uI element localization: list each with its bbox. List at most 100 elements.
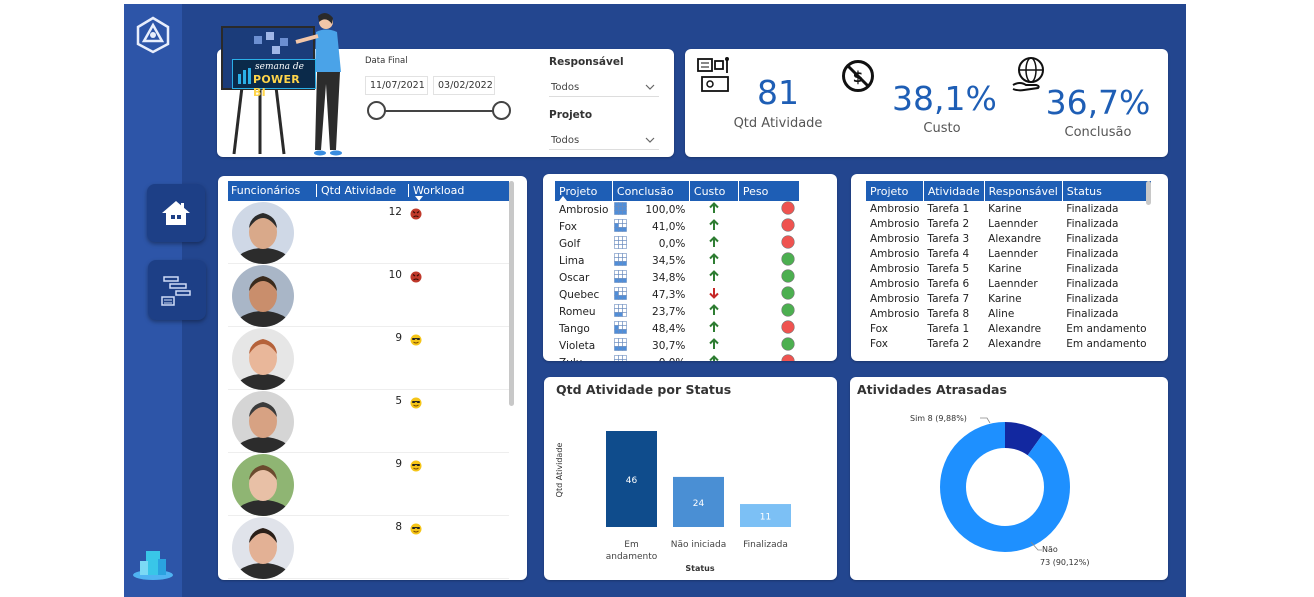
project-name: Violeta [559, 339, 596, 352]
angry-face-icon [410, 268, 422, 283]
task-atividade: Tarefa 1 [927, 202, 970, 215]
completion-grid-icon [614, 253, 628, 266]
table-row[interactable]: 5 [228, 390, 509, 453]
col-task-projeto[interactable]: Projeto [866, 181, 923, 201]
date-start-input[interactable]: 11/07/2021 [365, 76, 428, 95]
table-row[interactable]: Zulu0,0% [555, 354, 799, 361]
project-conclusao: 34,8% [612, 269, 689, 286]
donut-chart: Sim 8 (9,88%) Não 73 (90,12%) [910, 414, 1089, 567]
tasks-table: Projeto Atividade Responsável Status Amb… [866, 181, 1151, 351]
task-responsavel: Aline [988, 307, 1015, 320]
donut-label-nao-value: 73 (90,12%) [1040, 558, 1089, 567]
task-responsavel: Karine [988, 262, 1022, 275]
table-row[interactable]: Ambrosio Tarefa 6 Laennder Finalizada [866, 276, 1151, 291]
date-slider-end-handle[interactable] [492, 101, 511, 120]
table-row[interactable]: Fox 41,0% [555, 218, 799, 235]
projeto-dropdown[interactable]: Todos [549, 130, 659, 150]
x-tick-label: Finalizada [743, 540, 788, 550]
donut-slice-1[interactable] [940, 422, 1070, 552]
table-row[interactable]: Ambrosio Tarefa 2 Laennder Finalizada [866, 216, 1151, 231]
table-row[interactable]: Golf 0,0% [555, 235, 799, 252]
table-row[interactable]: Lima 34,5% [555, 252, 799, 269]
cool-face-icon [410, 520, 422, 535]
arrow-up-icon [689, 269, 738, 286]
table-row[interactable]: 10 [228, 264, 509, 327]
table-row[interactable]: Quebec 47,3% [555, 286, 799, 303]
task-atividade: Tarefa 5 [927, 262, 970, 275]
table-row[interactable]: Oscar 34,8% [555, 269, 799, 286]
banner-logo: semana de POWER BI [232, 59, 316, 99]
arrow-up-icon [689, 235, 738, 252]
table-row[interactable]: 9 [228, 327, 509, 390]
home-icon [162, 201, 190, 225]
table-row[interactable]: Ambrosio Tarefa 3 Alexandre Finalizada [866, 231, 1151, 246]
kpi-conclusao-label: Conclusão [1064, 125, 1132, 140]
employees-scrollbar[interactable] [509, 181, 514, 406]
red-status-dot-icon [738, 218, 799, 235]
completion-grid-icon [614, 202, 628, 215]
table-row[interactable]: Fox Tarefa 1 Alexandre Em andamento [866, 321, 1151, 336]
task-atividade: Tarefa 2 [927, 217, 970, 230]
table-row[interactable]: Violeta 30,7% [555, 337, 799, 354]
completion-grid-icon [614, 338, 628, 351]
task-projeto: Fox [870, 322, 888, 335]
task-projeto: Ambrosio [870, 277, 920, 290]
col-funcionarios[interactable]: Funcionários [231, 184, 300, 197]
x-tick-label-cont: andamento [606, 552, 658, 562]
col-projeto[interactable]: Projeto [555, 181, 612, 201]
col-task-atividade[interactable]: Atividade [922, 181, 985, 201]
kpi-custo-value: 38,1% [892, 79, 997, 118]
table-row[interactable]: 8 [228, 516, 509, 579]
table-row[interactable]: Ambrosio Tarefa 5 Karine Finalizada [866, 261, 1151, 276]
col-custo[interactable]: Custo [688, 181, 739, 201]
employee-qtd: 8 [395, 521, 402, 533]
projects-body: Ambrosio 100,0% Fox 41,0% Golf 0,0% Lima 34,5% O… [555, 201, 799, 361]
tasks-scrollbar[interactable] [1146, 181, 1151, 205]
red-status-dot-icon [738, 320, 799, 337]
col-task-responsavel[interactable]: Responsável [983, 181, 1063, 201]
table-row[interactable]: Fox Tarefa 2 Alexandre Em andamento [866, 336, 1151, 351]
date-slider-start-handle[interactable] [367, 101, 386, 120]
fabric-logo-icon [133, 551, 173, 580]
arrow-up-icon [689, 303, 738, 320]
project-name: Lima [559, 254, 585, 267]
kpi-custo-label: Custo [923, 121, 961, 136]
avatar [232, 454, 294, 516]
responsavel-dropdown[interactable]: Todos [549, 77, 659, 97]
table-row[interactable]: 12 [228, 201, 509, 264]
table-row[interactable]: Ambrosio 100,0% [555, 201, 799, 218]
arrow-up-icon [689, 320, 738, 337]
table-row[interactable]: Ambrosio Tarefa 4 Laennder Finalizada [866, 246, 1151, 261]
task-projeto: Ambrosio [870, 307, 920, 320]
col-conclusao[interactable]: Conclusão [611, 181, 690, 201]
cool-face-icon [410, 394, 422, 409]
table-row[interactable]: Ambrosio Tarefa 1 Karine Finalizada [866, 201, 1151, 216]
project-conclusao: 100,0% [612, 201, 689, 218]
table-row[interactable]: Ambrosio Tarefa 8 Aline Finalizada [866, 306, 1151, 321]
gantt-nav-button[interactable] [148, 260, 206, 320]
task-responsavel: Alexandre [988, 322, 1042, 335]
table-row[interactable]: Romeu 23,7% [555, 303, 799, 320]
date-slider-track[interactable] [377, 110, 501, 112]
donut-label-nao: Não [1042, 545, 1058, 554]
date-end-input[interactable]: 03/02/2022 [433, 76, 495, 95]
banner-line2: POWER BI [253, 73, 301, 99]
arrow-up-icon [689, 201, 738, 218]
task-atividade: Tarefa 6 [927, 277, 970, 290]
table-row[interactable]: 9 [228, 453, 509, 516]
project-name: Quebec [559, 288, 600, 301]
table-row[interactable]: Ambrosio Tarefa 7 Karine Finalizada [866, 291, 1151, 306]
col-task-status[interactable]: Status [1061, 181, 1151, 201]
home-nav-button[interactable] [147, 184, 205, 242]
task-responsavel: Laennder [988, 277, 1038, 290]
projects-header-row: Projeto Conclusão Custo Peso [555, 181, 799, 201]
employee-qtd: 10 [388, 269, 402, 281]
avatar [232, 265, 294, 327]
x-tick-label: Em [624, 540, 638, 550]
bar-data-label: 46 [626, 476, 638, 486]
table-row[interactable]: Tango 48,4% [555, 320, 799, 337]
y-axis-title: Qtd Atividade [555, 443, 564, 498]
col-peso[interactable]: Peso [737, 181, 799, 201]
avatar [232, 517, 294, 579]
col-qtd-atividade[interactable]: Qtd Atividade [316, 184, 396, 197]
